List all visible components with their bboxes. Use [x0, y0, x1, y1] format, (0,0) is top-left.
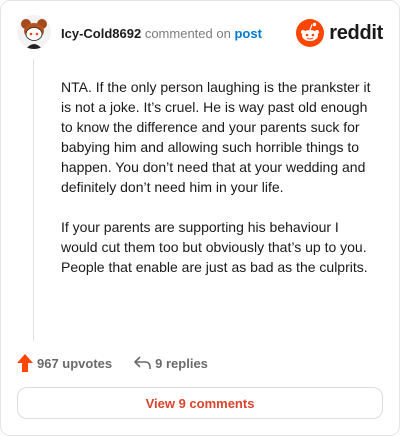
comment-meta: Icy-Cold8692 commented on post [61, 26, 262, 41]
action-text: commented on [144, 26, 231, 41]
upvote-arrow-icon [17, 354, 33, 372]
reddit-logo-icon [296, 19, 325, 47]
avatar[interactable] [17, 15, 51, 49]
reddit-wordmark: reddit [329, 21, 383, 44]
view-comments-button[interactable]: View 9 comments [17, 387, 383, 419]
username-link[interactable]: Icy-Cold8692 [61, 26, 141, 41]
upvote-button[interactable]: 967 upvotes [17, 354, 112, 372]
replies-count: 9 replies [155, 355, 208, 371]
post-link[interactable]: post [234, 26, 261, 41]
comment-paragraph: If your parents are supporting his behav… [61, 219, 368, 275]
thread-line [33, 59, 34, 341]
replies-button[interactable]: 9 replies [134, 356, 208, 371]
reply-arrow-icon [134, 356, 151, 369]
reddit-logo[interactable]: reddit [296, 19, 383, 47]
comment-card: Icy-Cold8692 commented on post reddit NT… [0, 0, 400, 436]
upvote-count: 967 upvotes [37, 355, 113, 371]
comment-header: Icy-Cold8692 commented on post reddit [17, 15, 383, 51]
comment-actions: 967 upvotes 9 replies [17, 353, 208, 373]
comment-paragraph: NTA. If the only person laughing is the … [61, 79, 371, 195]
comment-body: NTA. If the only person laughing is the … [61, 77, 375, 297]
